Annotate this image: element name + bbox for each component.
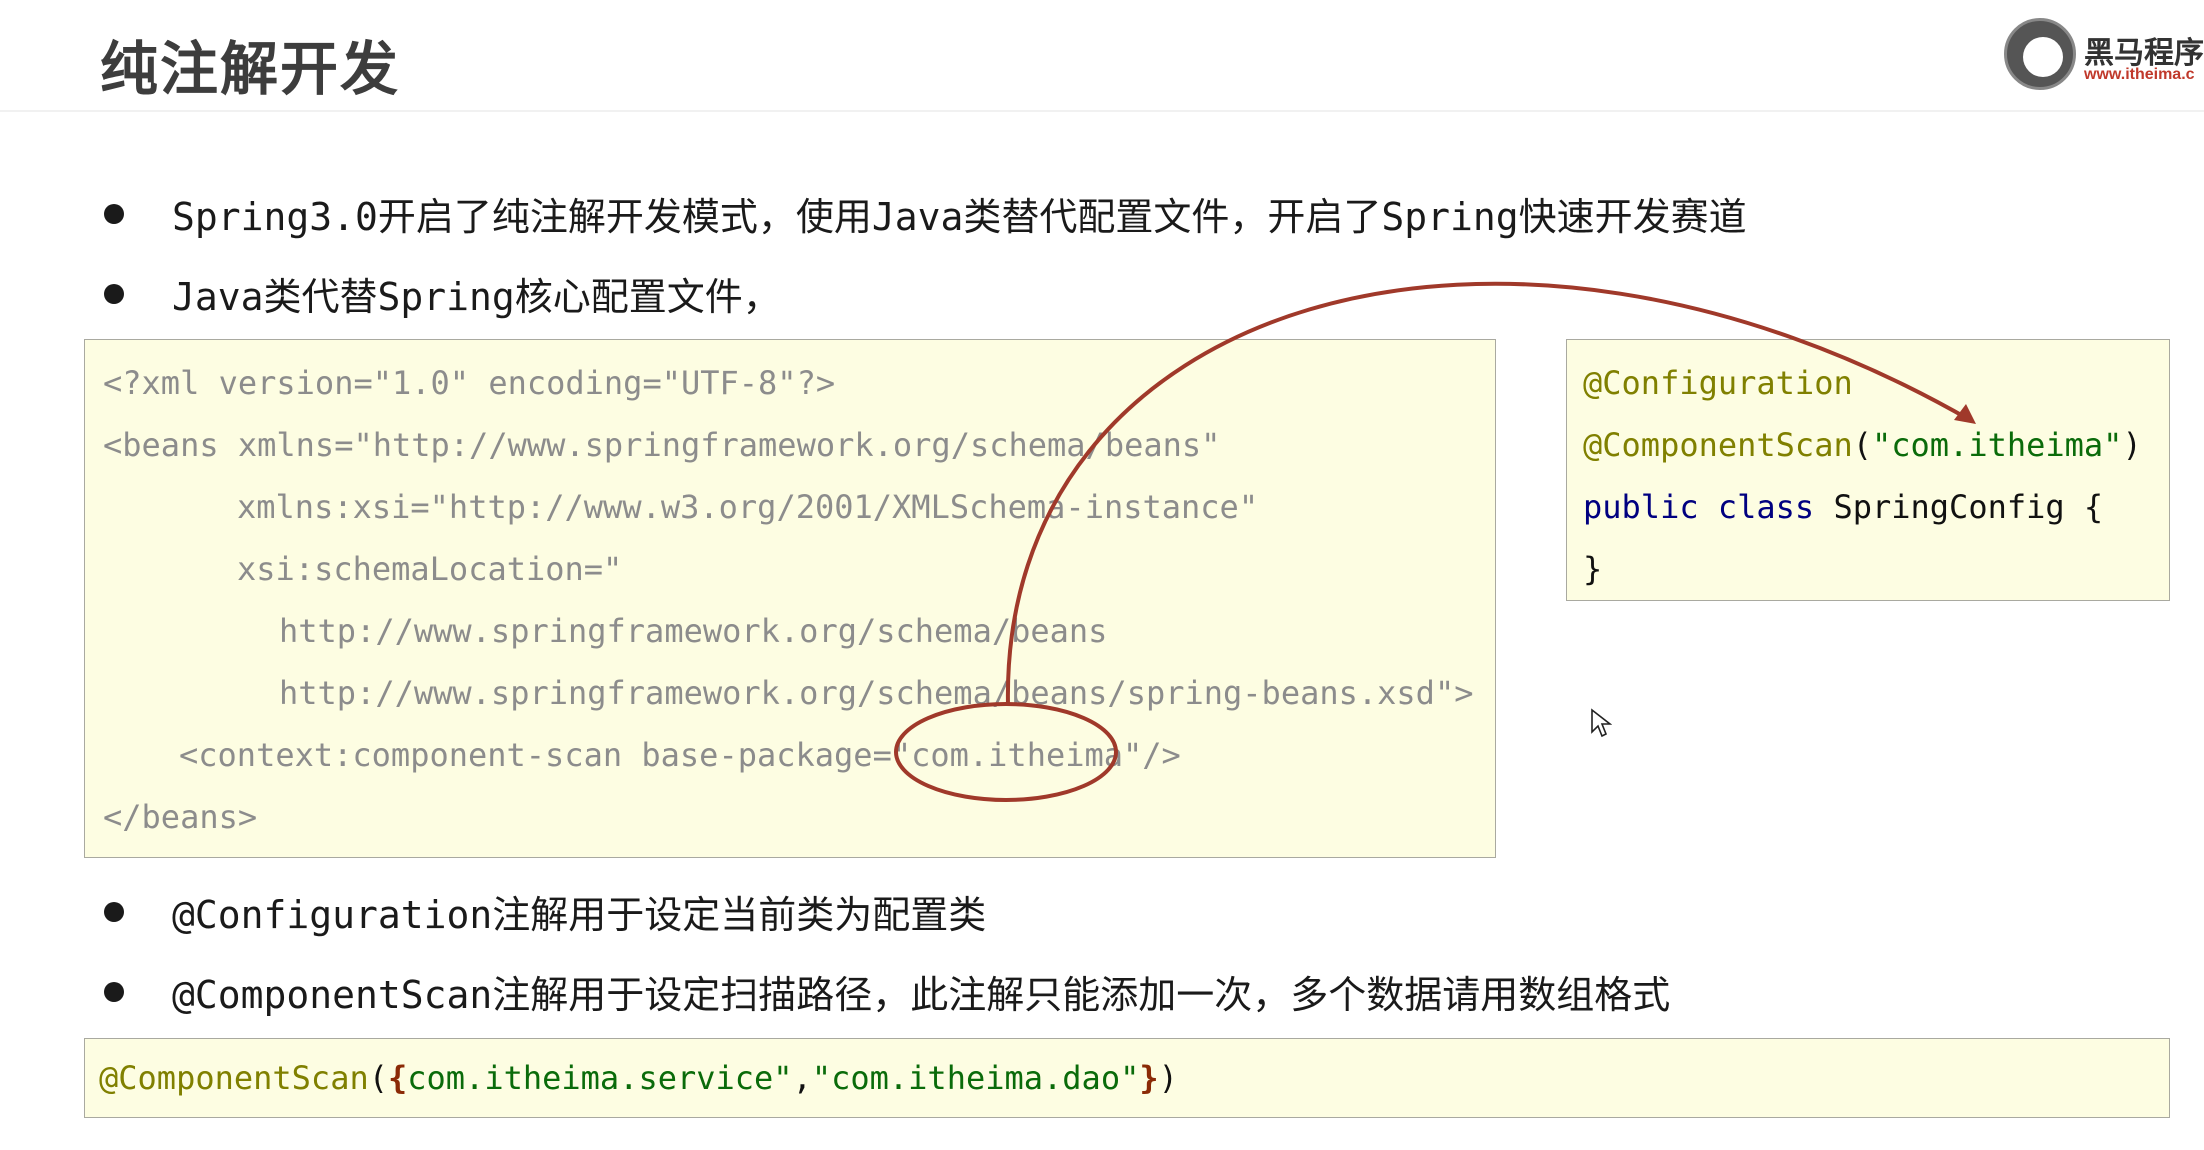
annotation-token: @Configuration [1583, 364, 1853, 402]
code-line: <beans xmlns="http://www.springframework… [103, 426, 1221, 464]
page-title: 纯注解开发 [100, 35, 401, 103]
xml-config-code-block: <?xml version="1.0" encoding="UTF-8"?> <… [84, 339, 1496, 858]
bullet-text: @ComponentScan注解用于设定扫描路径，此注解只能添加一次，多个数据请… [172, 973, 1671, 1017]
code-line: </beans> [103, 798, 258, 836]
bullet-dot-icon [104, 284, 124, 304]
code-line: <?xml version="1.0" encoding="UTF-8"?> [103, 364, 836, 402]
string-token: "com.itheima.dao" [811, 1059, 1140, 1097]
bullet-dot-icon [104, 902, 124, 922]
annotation-token: @ComponentScan [99, 1059, 369, 1097]
bullet-text: Java类代替Spring核心配置文件， [172, 275, 781, 319]
bullet-dot-icon [104, 204, 124, 224]
code-line: } [1583, 550, 1603, 588]
bullet-text: @Configuration注解用于设定当前类为配置类 [172, 893, 987, 937]
code-line: xmlns:xsi="http://www.w3.org/2001/XMLSch… [237, 488, 1259, 526]
code-line: public class SpringConfig { [1583, 488, 2104, 526]
component-scan-array-code-block: @ComponentScan({com.itheima.service","co… [84, 1038, 2170, 1118]
code-line: http://www.springframework.org/schema/be… [279, 674, 1474, 712]
code-line: @Configuration [1583, 364, 1853, 402]
keyword-token: class [1717, 488, 1815, 526]
logo-horse-icon [2004, 18, 2076, 90]
bullet-text: Spring3.0开启了纯注解开发模式，使用Java类替代配置文件，开启了Spr… [172, 195, 1747, 239]
string-token: "com.itheima" [1871, 426, 2123, 464]
mouse-pointer-icon [1591, 708, 1612, 738]
code-line: xsi:schemaLocation=" [237, 550, 623, 588]
bullet-dot-icon [104, 982, 124, 1002]
title-divider [0, 110, 2204, 112]
string-token: com.itheima.service" [407, 1059, 793, 1097]
logo-url: www.itheima.c [2084, 66, 2195, 83]
code-line: @ComponentScan("com.itheima") [1583, 426, 2142, 464]
keyword-token: public [1583, 488, 1699, 526]
code-line: <context:component-scan base-package="co… [179, 736, 1181, 774]
brand-logo: 黑马程序 www.itheima.c [2000, 14, 2204, 94]
annotation-token: @ComponentScan [1583, 426, 1853, 464]
code-line: http://www.springframework.org/schema/be… [279, 612, 1108, 650]
code-line: @ComponentScan({com.itheima.service","co… [99, 1059, 1178, 1097]
java-config-code-block: @Configuration @ComponentScan("com.ithei… [1566, 339, 2170, 601]
